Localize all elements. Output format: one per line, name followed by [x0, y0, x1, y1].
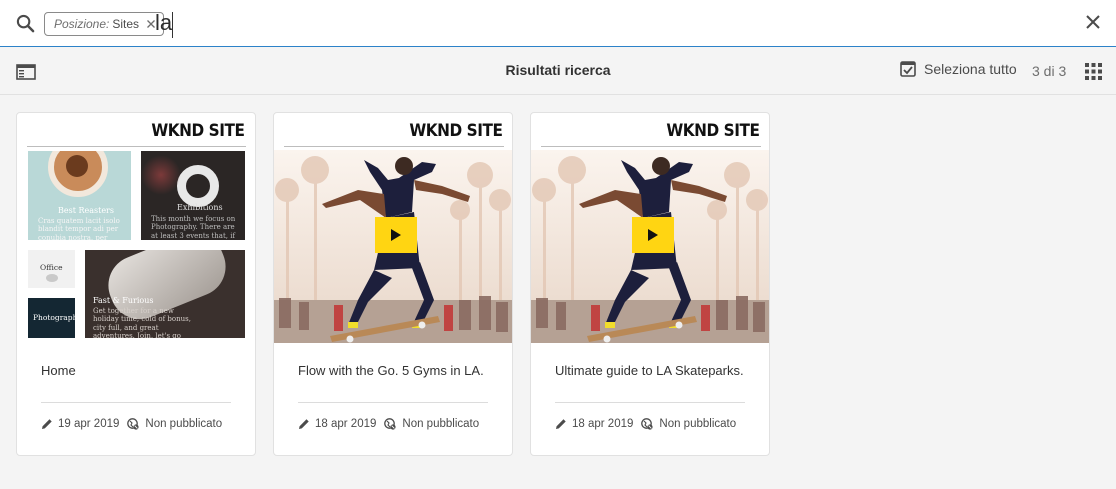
select-all-button[interactable]: Seleziona tutto: [900, 61, 1017, 77]
modified-date: 18 apr 2019: [572, 418, 634, 430]
modified-date: 18 apr 2019: [315, 418, 377, 430]
pencil-icon: [556, 419, 566, 429]
card-meta: 18 apr 2019 Non pubblicato: [555, 418, 736, 430]
card-thumbnail: WKND SITE: [274, 117, 512, 343]
card-view-icon[interactable]: [1085, 63, 1102, 80]
search-icon: [16, 14, 35, 33]
tile-fast-furious: Fast & Furious Get together for a new ho…: [85, 250, 245, 338]
brand-logo: WKND SITE: [150, 121, 245, 141]
card-meta: 19 apr 2019 Non pubblicato: [41, 418, 222, 430]
card-title: Flow with the Go. 5 Gyms in LA.: [298, 363, 484, 378]
search-input[interactable]: [155, 8, 1035, 38]
tile-photography: Photography: [28, 298, 75, 338]
card-meta: 18 apr 2019 Non pubblicato: [298, 418, 479, 430]
tile-exhibitions: Exhibitions This month we focus on Photo…: [141, 151, 245, 240]
card-title: Ultimate guide to LA Skateparks.: [555, 363, 744, 378]
select-all-icon: [900, 61, 916, 77]
card-title: Home: [41, 363, 76, 378]
play-icon: [648, 229, 658, 241]
tile-best-roasters: Best Reasters Cras quatem lacit isolo bl…: [28, 151, 131, 240]
location-filter-tag[interactable]: Posizione: Sites: [44, 12, 165, 36]
unpublished-globe-icon: [641, 418, 653, 430]
text-caret: [172, 12, 173, 38]
close-icon[interactable]: [1084, 13, 1102, 31]
select-all-label: Seleziona tutto: [924, 61, 1017, 77]
unpublished-globe-icon: [384, 418, 396, 430]
result-card-home[interactable]: WKND SITE Best Reasters Cras quatem laci…: [16, 112, 256, 456]
publish-status: Non pubblicato: [145, 418, 223, 430]
pencil-icon: [299, 419, 309, 429]
search-bar: Posizione: Sites: [0, 0, 1116, 47]
card-thumbnail: WKND SITE Best Reasters Cras quatem laci…: [27, 117, 246, 343]
publish-status: Non pubblicato: [659, 418, 737, 430]
result-card-gyms[interactable]: WKND SITE Flow with the Go. 5 Gyms in LA…: [273, 112, 513, 456]
result-count: 3 di 3: [1032, 63, 1067, 79]
card-thumbnail: WKND SITE: [531, 117, 769, 343]
modified-date: 19 apr 2019: [58, 418, 120, 430]
pencil-icon: [42, 419, 52, 429]
play-button[interactable]: [375, 217, 417, 253]
tag-key: Posizione:: [54, 17, 110, 31]
action-bar: Risultati ricerca Seleziona tutto 3 di 3: [0, 48, 1116, 95]
play-button[interactable]: [632, 217, 674, 253]
brand-logo: WKND SITE: [408, 121, 503, 141]
unpublished-globe-icon: [127, 418, 139, 430]
result-card-skateparks[interactable]: WKND SITE Ultimate guide to LA Skatepark…: [530, 112, 770, 456]
tile-office: Office: [28, 250, 75, 288]
tag-value: Sites: [112, 17, 140, 31]
play-icon: [391, 229, 401, 241]
publish-status: Non pubblicato: [402, 418, 480, 430]
brand-logo: WKND SITE: [665, 121, 760, 141]
